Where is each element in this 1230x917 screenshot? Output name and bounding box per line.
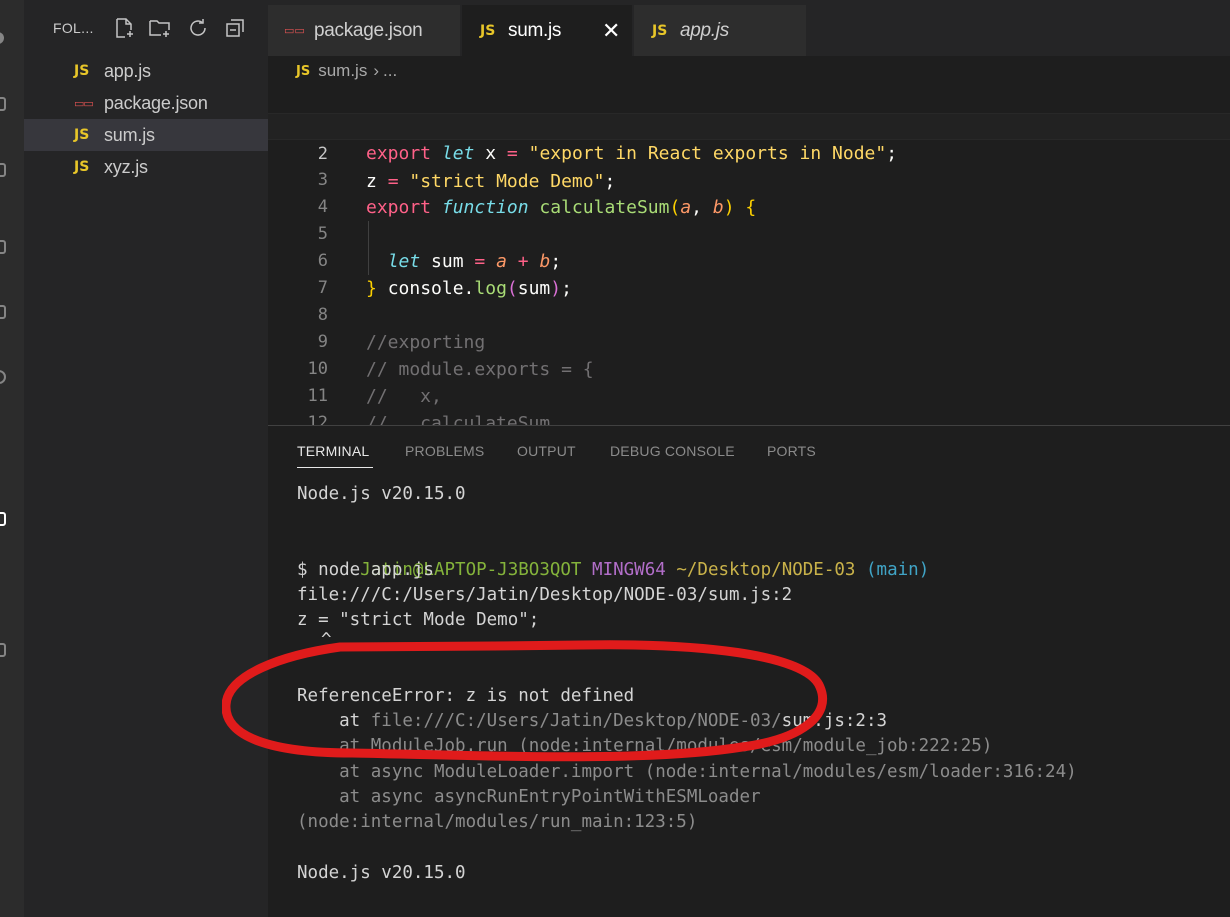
tab-label: app.js xyxy=(680,19,729,41)
js-file-icon: JS xyxy=(652,22,668,39)
explorer-header: FOL... xyxy=(24,12,268,46)
activity-icon-source-control[interactable] xyxy=(0,163,6,177)
js-file-icon: JS xyxy=(296,63,311,79)
code-line: 1 export let x = "export in React export… xyxy=(268,86,1230,164)
activity-icon-remote[interactable] xyxy=(0,370,6,384)
terminal-command: $ node app.js xyxy=(297,560,434,580)
prompt-path: ~/Desktop/NODE-03 xyxy=(676,560,856,580)
activity-icon-explorer[interactable] xyxy=(0,30,6,44)
tab-debug-console[interactable]: DEBUG CONSOLE xyxy=(610,443,735,459)
stack-frame: at async ModuleLoader.import (node:inter… xyxy=(297,760,1077,785)
explorer-folder-title[interactable]: FOL... xyxy=(53,20,94,36)
refresh-icon[interactable] xyxy=(186,16,210,40)
error-message: ReferenceError: z is not defined xyxy=(297,686,635,706)
panel-tab-bar: TERMINAL PROBLEMS OUTPUT DEBUG CONSOLE P… xyxy=(268,426,1230,472)
stack-prefix: at async ModuleLoader.import xyxy=(297,762,645,782)
stack-frame: at file:///C:/Users/Jatin/Desktop/NODE-0… xyxy=(297,709,887,734)
code-line: 10 // x, xyxy=(268,329,1230,407)
activity-icon-more[interactable] xyxy=(0,790,6,804)
active-tab-indicator xyxy=(297,467,373,468)
stack-path: file:///C:/Users/Jatin/Desktop/NODE-03/ xyxy=(370,711,782,731)
breadcrumb-more[interactable]: ... xyxy=(383,61,397,81)
breadcrumb: JS sum.js › ... xyxy=(268,56,1230,86)
code-line: 11 // calculateSum, xyxy=(268,356,1230,425)
tab-label: sum.js xyxy=(508,19,562,41)
code-line: 6 } xyxy=(268,221,1230,299)
code-line: 7 xyxy=(268,248,1230,298)
tab-label: package.json xyxy=(314,19,423,41)
activity-icon-search[interactable] xyxy=(0,97,6,111)
terminal-line: z = "strict Mode Demo"; xyxy=(297,610,540,630)
activity-icon-debug[interactable] xyxy=(0,240,6,254)
json-file-icon: ▭▭ xyxy=(74,96,94,110)
file-label: xyz.js xyxy=(104,156,148,177)
stack-location: (node:internal/modules/esm/loader:316:24… xyxy=(644,762,1077,782)
code-line: 8 //exporting xyxy=(268,275,1230,353)
new-folder-icon[interactable] xyxy=(148,16,172,40)
stack-location: (node:internal/modules/run_main:123:5) xyxy=(297,812,698,832)
new-file-icon[interactable] xyxy=(112,16,136,40)
tab-output[interactable]: OUTPUT xyxy=(517,443,576,459)
code-editor[interactable]: 1 export let x = "export in React export… xyxy=(268,86,1230,425)
terminal-caret: ^ xyxy=(321,630,332,650)
js-file-icon: JS xyxy=(480,22,496,39)
stack-file: sum.js:2:3 xyxy=(781,711,888,731)
activity-icon-live-share[interactable]: › xyxy=(0,580,6,594)
activity-bar: › xyxy=(0,0,24,917)
code-line: 4 let sum = a + b; xyxy=(268,167,1230,272)
stack-prefix: at ModuleJob.run xyxy=(297,736,519,756)
js-file-icon: JS xyxy=(74,127,90,143)
stack-location: (node:internal/modules/esm/module_job:22… xyxy=(518,736,993,756)
terminal-line: Node.js v20.15.0 xyxy=(297,484,466,504)
file-label: package.json xyxy=(104,92,208,113)
code-line: 12 // }; xyxy=(268,383,1230,425)
activity-icon-bookmark[interactable] xyxy=(0,720,6,734)
collapse-all-icon[interactable] xyxy=(223,16,247,40)
stack-frame: at async asyncRunEntryPointWithESMLoader xyxy=(297,787,761,807)
editor-tab-bar: ▭▭ package.json JS sum.js ✕ JS app.js xyxy=(268,0,1230,56)
code-line: 9 // module.exports = { xyxy=(268,302,1230,380)
code-line-current: 2 z = "strict Mode Demo"; xyxy=(268,113,1230,192)
tab-problems[interactable]: PROBLEMS xyxy=(405,443,484,459)
prompt-shell: MINGW64 xyxy=(592,560,666,580)
terminal-line: file:///C:/Users/Jatin/Desktop/NODE-03/s… xyxy=(297,585,793,605)
terminal-line: Node.js v20.15.0 xyxy=(297,863,466,883)
stack-frame: at ModuleJob.run (node:internal/modules/… xyxy=(297,734,992,759)
file-label: sum.js xyxy=(104,124,155,145)
stack-prefix: at xyxy=(297,711,371,731)
code-line: 3 export function calculateSum(a, b) { xyxy=(268,140,1230,218)
js-file-icon: JS xyxy=(74,63,90,79)
close-icon[interactable]: ✕ xyxy=(602,18,620,44)
file-label: app.js xyxy=(104,60,151,81)
file-item-app-js[interactable]: JS app.js xyxy=(24,55,268,87)
file-item-package-json[interactable]: ▭▭ package.json xyxy=(24,87,268,119)
chevron-right-icon: › xyxy=(373,61,379,80)
breadcrumb-file[interactable]: sum.js xyxy=(318,61,367,81)
activity-icon-docker[interactable] xyxy=(0,512,6,526)
tab-sum-js[interactable]: JS sum.js ✕ xyxy=(462,5,632,56)
file-item-sum-js[interactable]: JS sum.js xyxy=(24,119,268,151)
explorer-sidebar: FOL... JS app.js ▭▭ package.json JS sum.… xyxy=(24,0,268,917)
code-line: 13 xyxy=(268,410,1230,425)
activity-icon-database[interactable] xyxy=(0,643,6,657)
file-item-xyz-js[interactable]: JS xyz.js xyxy=(24,151,268,183)
tab-app-js[interactable]: JS app.js xyxy=(634,5,806,56)
prompt-branch: (main) xyxy=(866,560,930,580)
tab-ports[interactable]: PORTS xyxy=(767,443,816,459)
tab-terminal[interactable]: TERMINAL xyxy=(297,443,369,459)
code-line: 5 console.log(sum); xyxy=(268,194,1230,299)
json-file-icon: ▭▭ xyxy=(284,24,305,37)
file-tree: JS app.js ▭▭ package.json JS sum.js JS x… xyxy=(24,55,268,183)
tab-package-json[interactable]: ▭▭ package.json xyxy=(268,5,460,56)
js-file-icon: JS xyxy=(74,159,90,175)
bottom-panel: TERMINAL PROBLEMS OUTPUT DEBUG CONSOLE P… xyxy=(268,425,1230,917)
activity-icon-testing[interactable] xyxy=(0,440,6,454)
activity-icon-extensions[interactable] xyxy=(0,305,6,319)
terminal-prompt: Jatin@LAPTOP-J3BO3QOT MINGW64 ~/Desktop/… xyxy=(297,533,929,580)
